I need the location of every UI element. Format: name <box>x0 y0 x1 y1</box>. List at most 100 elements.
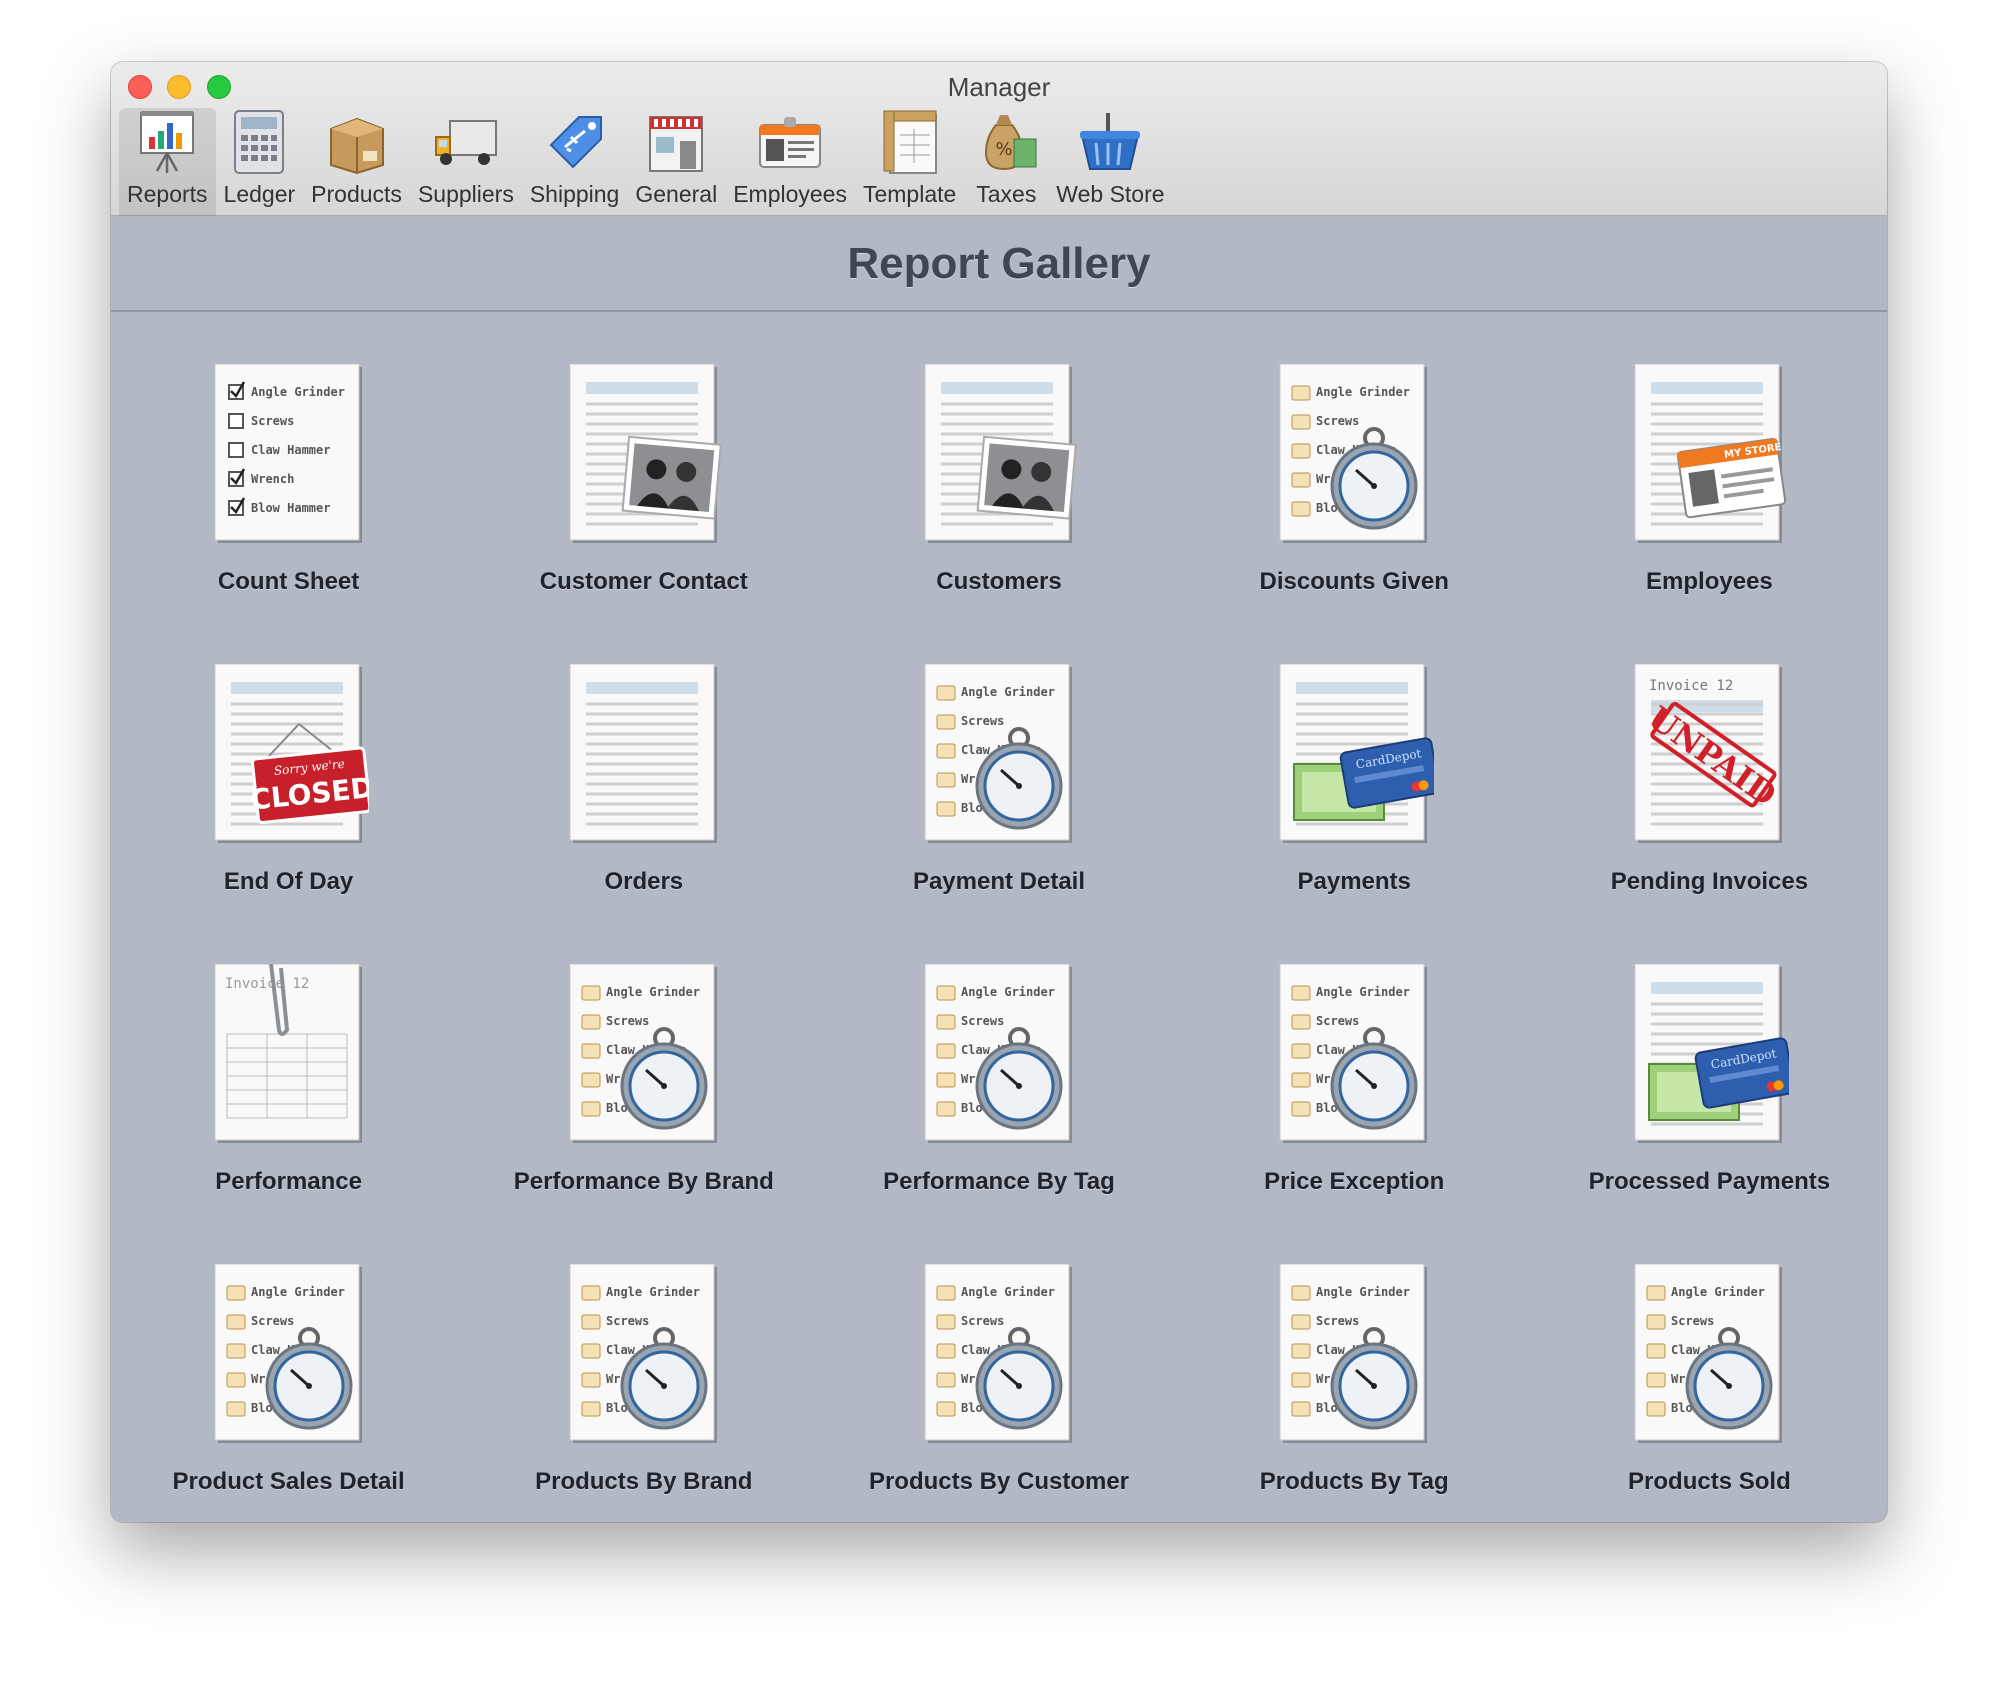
report-tile-employees[interactable]: MY STORE Employees <box>1532 314 1887 614</box>
template-ruler-icon <box>876 107 944 175</box>
report-label[interactable]: Products By Tag <box>1260 1468 1449 1496</box>
svg-text:Screws: Screws <box>251 414 294 428</box>
title-bar: Manager Reports Ledger Products Suppliers Sh… <box>111 62 1887 216</box>
report-thumbnail-photo-icon[interactable] <box>919 363 1079 546</box>
report-tile-products-by-brand[interactable]: Angle GrinderScrewsClaw HammerWrenchBlow… <box>466 1214 821 1514</box>
report-label[interactable]: Products Sold <box>1628 1468 1791 1496</box>
toolbar-item-taxes[interactable]: % Taxes <box>964 108 1048 216</box>
svg-text:Invoice 12: Invoice 12 <box>225 976 309 992</box>
toolbar-item-ledger[interactable]: Ledger <box>216 108 304 216</box>
report-label[interactable]: Customer Contact <box>540 568 748 596</box>
report-label[interactable]: Price Exception <box>1264 1168 1444 1196</box>
report-label[interactable]: Count Sheet <box>218 568 359 596</box>
toolbar-item-label: Employees <box>733 181 847 207</box>
report-gallery-grid: Angle Grinder Screws Claw Hammer Wrench Blow… <box>111 314 1887 1514</box>
svg-text:Invoice 12: Invoice 12 <box>1649 678 1733 694</box>
report-thumbnail-stopwatch-icon[interactable]: Angle GrinderScrewsClaw HammerWrenchBlow… <box>1274 363 1434 546</box>
report-thumbnail-stopwatch-icon[interactable]: Angle GrinderScrewsClaw HammerWrenchBlow… <box>919 663 1079 846</box>
svg-text:Screws: Screws <box>1316 1314 1359 1328</box>
report-thumbnail-stopwatch-icon[interactable]: Angle GrinderScrewsClaw HammerWrenchBlow… <box>1274 963 1434 1146</box>
report-tile-products-by-customer[interactable]: Angle GrinderScrewsClaw HammerWrenchBlow… <box>821 1214 1176 1514</box>
report-thumbnail-stopwatch-icon[interactable]: Angle GrinderScrewsClaw HammerWrenchBlow… <box>564 963 724 1146</box>
report-label[interactable]: Processed Payments <box>1589 1168 1830 1196</box>
reports-chart-icon <box>133 107 201 175</box>
svg-text:Screws: Screws <box>961 714 1004 728</box>
toolbar-item-label: Suppliers <box>417 181 514 207</box>
svg-text:Screws: Screws <box>1316 1014 1359 1028</box>
report-tile-count-sheet[interactable]: Angle Grinder Screws Claw Hammer Wrench Blow… <box>111 314 466 614</box>
report-thumbnail-stopwatch-icon[interactable]: Angle GrinderScrewsClaw HammerWrenchBlow… <box>1629 1263 1789 1446</box>
toolbar-item-general[interactable]: General <box>627 108 725 216</box>
report-tile-payment-detail[interactable]: Angle GrinderScrewsClaw HammerWrenchBlow… <box>821 614 1176 914</box>
toolbar-item-template[interactable]: Template <box>855 108 964 216</box>
report-label[interactable]: Performance <box>215 1168 362 1196</box>
report-tile-products-sold[interactable]: Angle GrinderScrewsClaw HammerWrenchBlow… <box>1532 1214 1887 1514</box>
report-tile-performance-by-tag[interactable]: Angle GrinderScrewsClaw HammerWrenchBlow… <box>821 914 1176 1214</box>
svg-text:Blow Hammer: Blow Hammer <box>251 501 330 515</box>
report-thumbnail-stopwatch-icon[interactable]: Angle GrinderScrewsClaw HammerWrenchBlow… <box>919 963 1079 1146</box>
report-tile-discounts-given[interactable]: Angle GrinderScrewsClaw HammerWrenchBlow… <box>1177 314 1532 614</box>
report-label[interactable]: Products By Customer <box>869 1468 1129 1496</box>
toolbar-item-employees[interactable]: Employees <box>725 108 855 216</box>
svg-text:Angle Grinder: Angle Grinder <box>1316 385 1410 399</box>
report-tile-product-sales-detail[interactable]: Angle GrinderScrewsClaw HammerWrenchBlow… <box>111 1214 466 1514</box>
report-thumbnail-table-icon[interactable] <box>564 663 724 846</box>
toolbar-item-reports[interactable]: Reports <box>119 108 216 216</box>
report-tile-performance-by-brand[interactable]: Angle GrinderScrewsClaw HammerWrenchBlow… <box>466 914 821 1214</box>
report-label[interactable]: Pending Invoices <box>1611 868 1808 896</box>
report-thumbnail-idcard-icon[interactable]: MY STORE <box>1629 363 1789 546</box>
svg-text:Angle Grinder: Angle Grinder <box>961 685 1055 699</box>
svg-text:Angle Grinder: Angle Grinder <box>1316 1285 1410 1299</box>
products-box-icon <box>323 107 391 175</box>
svg-text:Screws: Screws <box>1671 1314 1714 1328</box>
svg-text:Screws: Screws <box>1316 414 1359 428</box>
report-label[interactable]: Performance By Tag <box>883 1168 1115 1196</box>
shipping-tag-icon <box>541 107 609 175</box>
report-tile-performance[interactable]: Invoice 12 Performance <box>111 914 466 1214</box>
gallery-title: Report Gallery <box>111 216 1887 312</box>
report-tile-customers[interactable]: Customers <box>821 314 1176 614</box>
svg-text:Angle Grinder: Angle Grinder <box>251 385 345 399</box>
report-label[interactable]: Performance By Brand <box>514 1168 774 1196</box>
report-tile-end-of-day[interactable]: Sorry we're CLOSED End Of Day <box>111 614 466 914</box>
report-tile-customer-contact[interactable]: Customer Contact <box>466 314 821 614</box>
report-thumbnail-unpaid-icon[interactable]: Invoice 12 UNPAID <box>1629 663 1789 846</box>
toolbar-item-products[interactable]: Products <box>303 108 410 216</box>
report-tile-price-exception[interactable]: Angle GrinderScrewsClaw HammerWrenchBlow… <box>1177 914 1532 1214</box>
toolbar-item-label: General <box>635 181 718 207</box>
report-tile-payments[interactable]: CardDepot Payments <box>1177 614 1532 914</box>
report-thumbnail-stopwatch-icon[interactable]: Angle GrinderScrewsClaw HammerWrenchBlow… <box>564 1263 724 1446</box>
report-tile-orders[interactable]: Orders <box>466 614 821 914</box>
report-thumbnail-stopwatch-icon[interactable]: Angle GrinderScrewsClaw HammerWrenchBlow… <box>209 1263 369 1446</box>
report-label[interactable]: Employees <box>1646 568 1773 596</box>
report-thumbnail-creditcard-icon[interactable]: CardDepot <box>1274 663 1441 846</box>
svg-text:Claw Hammer: Claw Hammer <box>251 443 330 457</box>
report-label[interactable]: End Of Day <box>224 868 353 896</box>
report-tile-products-by-tag[interactable]: Angle GrinderScrewsClaw HammerWrenchBlow… <box>1177 1214 1532 1514</box>
report-thumbnail-closed-icon[interactable]: Sorry we're CLOSED <box>209 663 375 846</box>
svg-text:Screws: Screws <box>606 1314 649 1328</box>
report-thumbnail-creditcard-icon[interactable]: CardDepot <box>1629 963 1796 1146</box>
report-label[interactable]: Products By Brand <box>535 1468 752 1496</box>
report-label[interactable]: Orders <box>604 868 683 896</box>
report-label[interactable]: Product Sales Detail <box>173 1468 405 1496</box>
report-thumbnail-stopwatch-icon[interactable]: Angle GrinderScrewsClaw HammerWrenchBlow… <box>1274 1263 1434 1446</box>
report-label[interactable]: Payment Detail <box>913 868 1085 896</box>
report-label[interactable]: Payments <box>1298 868 1411 896</box>
svg-text:Screws: Screws <box>961 1314 1004 1328</box>
toolbar-item-shipping[interactable]: Shipping <box>522 108 628 216</box>
toolbar-item-web-store[interactable]: Web Store <box>1048 108 1172 216</box>
report-label[interactable]: Discounts Given <box>1260 568 1449 596</box>
report-thumbnail-checklist-icon[interactable]: Angle Grinder Screws Claw Hammer Wrench Blow… <box>209 363 369 546</box>
report-thumbnail-photo-icon[interactable] <box>564 363 724 546</box>
report-thumbnail-stopwatch-icon[interactable]: Angle GrinderScrewsClaw HammerWrenchBlow… <box>919 1263 1079 1446</box>
svg-text:Angle Grinder: Angle Grinder <box>1671 1285 1765 1299</box>
report-thumbnail-invoice-icon[interactable]: Invoice 12 <box>209 963 369 1146</box>
report-tile-pending-invoices[interactable]: Invoice 12 UNPAID Pending Invoices <box>1532 614 1887 914</box>
report-label[interactable]: Customers <box>936 568 1061 596</box>
svg-text:Angle Grinder: Angle Grinder <box>606 985 700 999</box>
toolbar-item-suppliers[interactable]: Suppliers <box>410 108 522 216</box>
report-tile-processed-payments[interactable]: CardDepot Processed Payments <box>1532 914 1887 1214</box>
toolbar-item-label: Web Store <box>1056 181 1165 207</box>
toolbar-item-label: Ledger <box>223 181 296 207</box>
